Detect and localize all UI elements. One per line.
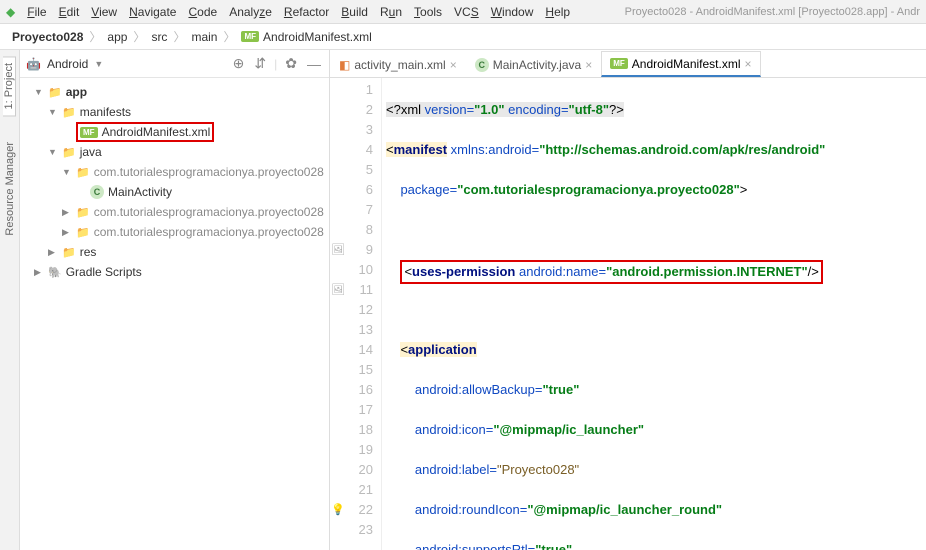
project-panel-header: 🤖 Android ▼ ⊕ ⇵ | ✿ — <box>20 50 329 78</box>
window-title: Proyecto028 - AndroidManifest.xml [Proye… <box>625 6 920 18</box>
menu-window[interactable]: Window <box>485 3 540 21</box>
hide-panel-icon[interactable]: — <box>305 54 323 74</box>
menu-tools[interactable]: Tools <box>408 3 448 21</box>
menu-navigate[interactable]: Navigate <box>123 3 182 21</box>
intention-bulb-icon[interactable]: 💡 <box>331 500 345 520</box>
expand-all-icon[interactable]: ⇵ <box>252 53 268 74</box>
close-tab-icon[interactable]: × <box>450 58 457 72</box>
manifest-file-icon: MF <box>610 58 628 69</box>
project-tree[interactable]: ▼📁app ▼📁manifests MF AndroidManifest.xml… <box>20 78 329 286</box>
gutter-image-icon[interactable]: 🖼 <box>331 240 345 260</box>
menu-analyze[interactable]: Analyze <box>223 3 278 21</box>
select-opened-file-icon[interactable]: ⊕ <box>231 53 247 74</box>
menu-file[interactable]: File <box>21 3 52 21</box>
line-number-gutter[interactable]: 1234 5678 9🖼 10 11🖼 12131415 16171819 20… <box>330 78 382 550</box>
class-file-icon: C <box>90 185 104 199</box>
code-content[interactable]: <?xml version="1.0" encoding="utf-8"?> <… <box>382 78 848 550</box>
editor-tabs: ◧ activity_main.xml × C MainActivity.jav… <box>330 50 926 78</box>
tree-node-res[interactable]: ▶📁res <box>20 242 329 262</box>
chevron-right-icon: 〉 <box>133 28 145 45</box>
menu-bar: ◆ File Edit View Navigate Code Analyze R… <box>0 0 926 24</box>
menu-build[interactable]: Build <box>335 3 374 21</box>
menu-run[interactable]: Run <box>374 3 408 21</box>
tab-android-manifest-xml[interactable]: MF AndroidManifest.xml × <box>601 51 760 77</box>
tree-node-package-test2[interactable]: ▶📁com.tutorialesprogramacionya.proyecto0… <box>20 222 329 242</box>
highlight-manifest-file: MF AndroidManifest.xml <box>76 122 214 142</box>
tree-node-gradle-scripts[interactable]: ▶🐘Gradle Scripts <box>20 262 329 282</box>
breadcrumb-src[interactable]: src <box>147 28 171 46</box>
tree-node-package-main[interactable]: ▼📁com.tutorialesprogramacionya.proyecto0… <box>20 162 329 182</box>
editor-area: ◧ activity_main.xml × C MainActivity.jav… <box>330 50 926 550</box>
project-view-mode[interactable]: Android <box>47 57 88 71</box>
menu-edit[interactable]: Edit <box>53 3 86 21</box>
menu-help[interactable]: Help <box>539 3 576 21</box>
chevron-right-icon: 〉 <box>223 28 235 45</box>
settings-icon[interactable]: ✿ <box>283 53 299 74</box>
navigation-bar: Proyecto028 〉 app 〉 src 〉 main 〉 MF Andr… <box>0 24 926 50</box>
tab-main-activity-java[interactable]: C MainActivity.java × <box>466 51 602 77</box>
project-panel: 🤖 Android ▼ ⊕ ⇵ | ✿ — ▼📁app ▼📁manifests … <box>20 50 330 550</box>
chevron-right-icon: 〉 <box>173 28 185 45</box>
manifest-file-icon: MF <box>241 31 259 42</box>
breadcrumb-main[interactable]: main <box>187 28 221 46</box>
close-tab-icon[interactable]: × <box>585 58 592 72</box>
menu-view[interactable]: View <box>85 3 123 21</box>
tool-window-project[interactable]: 1: Project <box>3 56 16 116</box>
highlight-uses-permission: <uses-permission android:name="android.p… <box>400 260 822 284</box>
dropdown-arrow-icon[interactable]: ▼ <box>94 59 103 69</box>
class-file-icon: C <box>475 58 489 72</box>
breadcrumb-file[interactable]: MF AndroidManifest.xml <box>237 28 375 46</box>
menu-code[interactable]: Code <box>182 3 223 21</box>
tree-node-main-activity[interactable]: CMainActivity <box>20 182 329 202</box>
tree-node-manifests[interactable]: ▼📁manifests <box>20 102 329 122</box>
code-editor[interactable]: 1234 5678 9🖼 10 11🖼 12131415 16171819 20… <box>330 78 926 550</box>
gradle-icon: 🐘 <box>48 266 62 279</box>
tree-node-app[interactable]: ▼📁app <box>20 82 329 102</box>
tree-node-manifest-file[interactable]: MF AndroidManifest.xml <box>20 122 329 142</box>
tool-window-resource-manager[interactable]: Resource Manager <box>4 136 16 242</box>
chevron-right-icon: 〉 <box>89 28 101 45</box>
manifest-file-icon: MF <box>80 127 98 138</box>
close-tab-icon[interactable]: × <box>745 57 752 71</box>
tree-node-java[interactable]: ▼📁java <box>20 142 329 162</box>
layout-file-icon: ◧ <box>339 58 350 72</box>
tool-window-bar-left: 1: Project Resource Manager <box>0 50 20 550</box>
menu-refactor[interactable]: Refactor <box>278 3 335 21</box>
tree-node-package-test1[interactable]: ▶📁com.tutorialesprogramacionya.proyecto0… <box>20 202 329 222</box>
tab-activity-main-xml[interactable]: ◧ activity_main.xml × <box>330 51 466 77</box>
gutter-image-icon[interactable]: 🖼 <box>331 280 345 300</box>
android-icon: 🤖 <box>26 57 41 71</box>
menu-vcs[interactable]: VCS <box>448 3 485 21</box>
breadcrumb-project[interactable]: Proyecto028 <box>8 28 87 46</box>
android-studio-logo-icon: ◆ <box>6 5 15 19</box>
breadcrumb-app[interactable]: app <box>103 28 131 46</box>
